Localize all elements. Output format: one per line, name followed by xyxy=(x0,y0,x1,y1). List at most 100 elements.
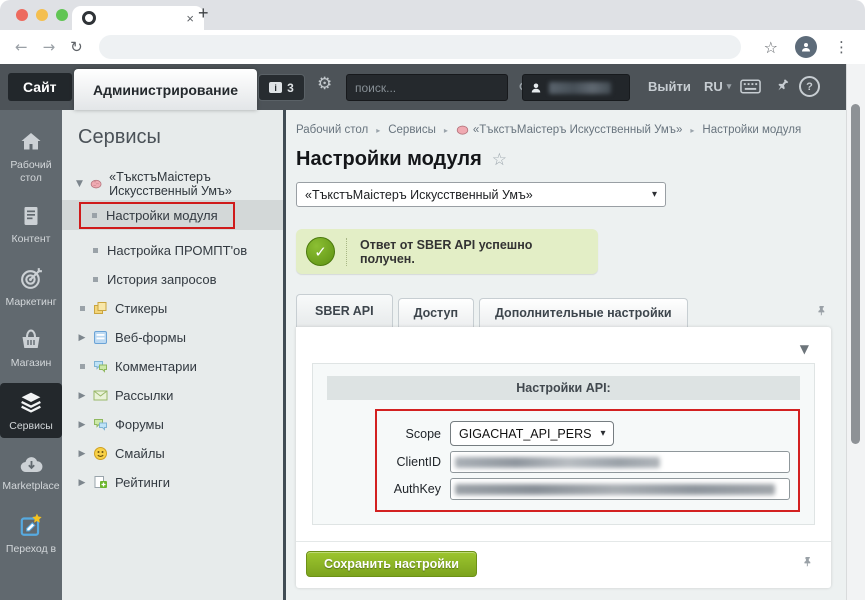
bullet-icon xyxy=(80,364,85,369)
pin-panel-icon[interactable] xyxy=(774,77,791,94)
menu-group-label: Форумы xyxy=(115,417,164,432)
scrollbar-thumb[interactable] xyxy=(851,104,860,444)
tree-expand-icon[interactable]: ▶ xyxy=(79,333,86,343)
logout-link[interactable]: Выйти xyxy=(648,79,691,94)
current-user-button[interactable] xyxy=(522,74,630,101)
forward-icon[interactable]: → xyxy=(43,38,56,56)
menu-group-label: Рейтинги xyxy=(115,475,170,490)
menu-group-comments[interactable]: Комментарии xyxy=(62,352,283,381)
scope-select-value: GIGACHAT_API_PERS xyxy=(459,427,591,441)
tab-favicon-icon xyxy=(82,11,96,25)
tree-expand-icon[interactable]: ▶ xyxy=(79,449,86,459)
tab-sber-api[interactable]: SBER API xyxy=(296,294,393,327)
cloud-download-icon xyxy=(18,453,45,475)
breadcrumb-link[interactable]: Рабочий стол xyxy=(296,124,368,136)
save-settings-button[interactable]: Сохранить настройки xyxy=(306,551,477,577)
browser-menu-icon[interactable]: ⋮ xyxy=(834,38,849,56)
menu-item-request-history[interactable]: История запросов xyxy=(62,265,283,294)
browser-tab[interactable]: × xyxy=(72,6,204,30)
menu-item-label: История запросов xyxy=(107,272,217,287)
menu-group-mailings[interactable]: ▶ Рассылки xyxy=(62,381,283,410)
menu-item-label: Настройки модуля xyxy=(106,208,218,223)
bullet-icon xyxy=(80,306,85,311)
chevron-down-icon: ▾ xyxy=(727,81,732,92)
header-search-input[interactable] xyxy=(347,81,518,95)
authkey-input[interactable] xyxy=(450,478,790,500)
menu-group-label: Стикеры xyxy=(115,301,167,316)
pin-icon[interactable] xyxy=(816,304,829,319)
tree-collapse-icon[interactable]: ▼ xyxy=(76,179,83,189)
comments-icon xyxy=(93,359,108,374)
chevron-right-icon: ▸ xyxy=(376,126,380,135)
back-icon[interactable]: ← xyxy=(15,38,28,56)
tree-expand-icon[interactable]: ▶ xyxy=(79,420,86,430)
favorite-star-icon[interactable]: ☆ xyxy=(492,150,507,170)
rail-item-marketing[interactable]: Маркетинг xyxy=(0,259,62,314)
notification-count-badge: 3 xyxy=(287,81,294,95)
breadcrumb-link[interactable]: «ТъкстъМаістеръ Искусственный Умъ» xyxy=(456,124,683,136)
browser-window: × + ← → ↻ ☆ ⋮ Сайт Администрирование i 3… xyxy=(0,0,865,600)
zoom-window-button[interactable] xyxy=(56,9,68,21)
breadcrumb-link[interactable]: Сервисы xyxy=(388,124,436,136)
minimize-window-button[interactable] xyxy=(36,9,48,21)
reload-icon[interactable]: ↻ xyxy=(70,38,83,56)
ratings-icon xyxy=(93,475,108,490)
breadcrumb-current: Настройки модуля xyxy=(702,124,801,136)
bullet-icon xyxy=(93,248,98,253)
highlight-box: Scope GIGACHAT_API_PERS ▾ ClientID xyxy=(375,409,800,512)
rail-item-shop[interactable]: Магазин xyxy=(0,321,62,375)
url-input[interactable] xyxy=(99,35,741,59)
notifications-button[interactable]: i 3 xyxy=(258,74,305,101)
scope-select[interactable]: GIGACHAT_API_PERS ▾ xyxy=(450,421,614,446)
site-tab[interactable]: Сайт xyxy=(8,73,72,101)
close-window-button[interactable] xyxy=(16,9,28,21)
page-scrollbar[interactable] xyxy=(846,64,865,600)
menu-group-webforms[interactable]: ▶ Веб-формы xyxy=(62,323,283,352)
hotkeys-keyboard-icon[interactable] xyxy=(740,79,761,94)
settings-panel: ▼ Настройки API: Scope GIGACHAT_API_PERS… xyxy=(296,327,831,588)
rail-item-content[interactable]: Контент xyxy=(0,197,62,251)
menu-root-module[interactable]: ▼ «ТъкстъМаістеръ Искусственный Умъ» xyxy=(62,171,283,197)
scope-label: Scope xyxy=(385,427,441,441)
browser-profile-avatar[interactable] xyxy=(795,36,817,58)
document-icon xyxy=(19,204,43,228)
menu-root-label[interactable]: «ТъкстъМаістеръ Искусственный Умъ» xyxy=(109,170,283,198)
bookmark-star-icon[interactable]: ☆ xyxy=(764,38,778,57)
user-icon xyxy=(530,82,542,94)
edit-wizard-icon xyxy=(18,512,44,538)
collapse-section-icon[interactable]: ▼ xyxy=(800,342,809,356)
menu-item-module-settings[interactable]: Настройки модуля xyxy=(62,200,283,230)
tab-close-icon[interactable]: × xyxy=(186,12,194,25)
tab-additional-settings[interactable]: Дополнительные настройки xyxy=(479,298,688,327)
help-icon[interactable]: ? xyxy=(799,76,820,97)
pin-icon[interactable] xyxy=(802,555,815,570)
menu-group-smileys[interactable]: ▶ Смайлы xyxy=(62,439,283,468)
webform-icon xyxy=(93,330,108,345)
notification-icon: i xyxy=(269,82,282,93)
tree-expand-icon[interactable]: ▶ xyxy=(79,478,86,488)
admin-tab[interactable]: Администрирование xyxy=(74,69,257,110)
new-tab-button[interactable]: + xyxy=(198,3,209,24)
module-select[interactable]: «ТъкстъМаістеръ Искусственный Умъ» ▾ xyxy=(296,182,666,207)
address-bar-actions: ☆ ⋮ xyxy=(764,30,849,64)
browser-address-bar: ← → ↻ ☆ ⋮ xyxy=(0,30,865,64)
rail-item-desktop[interactable]: Рабочий стол xyxy=(0,123,62,189)
language-selector[interactable]: RU ▾ xyxy=(704,79,731,94)
smiley-icon xyxy=(93,446,108,461)
menu-group-stickers[interactable]: Стикеры xyxy=(62,294,283,323)
tree-expand-icon[interactable]: ▶ xyxy=(79,391,86,401)
gear-icon[interactable]: ⚙ xyxy=(317,76,332,93)
rail-item-services[interactable]: Сервисы xyxy=(0,383,62,438)
menu-group-ratings[interactable]: ▶ Рейтинги xyxy=(62,468,283,497)
rail-item-transition[interactable]: Переход в xyxy=(0,505,62,561)
clientid-input[interactable] xyxy=(450,451,790,473)
menu-group-forums[interactable]: ▶ Форумы xyxy=(62,410,283,439)
menu-item-prompt-settings[interactable]: Настройка ПРОМПТ'ов xyxy=(62,236,283,265)
tab-access[interactable]: Доступ xyxy=(398,298,474,327)
target-icon xyxy=(19,266,44,291)
chevron-down-icon: ▾ xyxy=(652,189,657,200)
success-message-text: Ответ от SBER API успешно получен. xyxy=(360,238,588,266)
rail-item-marketplace[interactable]: Marketplace xyxy=(0,446,62,498)
breadcrumb-label: «ТъкстъМаістеръ Искусственный Умъ» xyxy=(473,124,683,136)
highlight-box: Настройки модуля xyxy=(79,202,235,229)
